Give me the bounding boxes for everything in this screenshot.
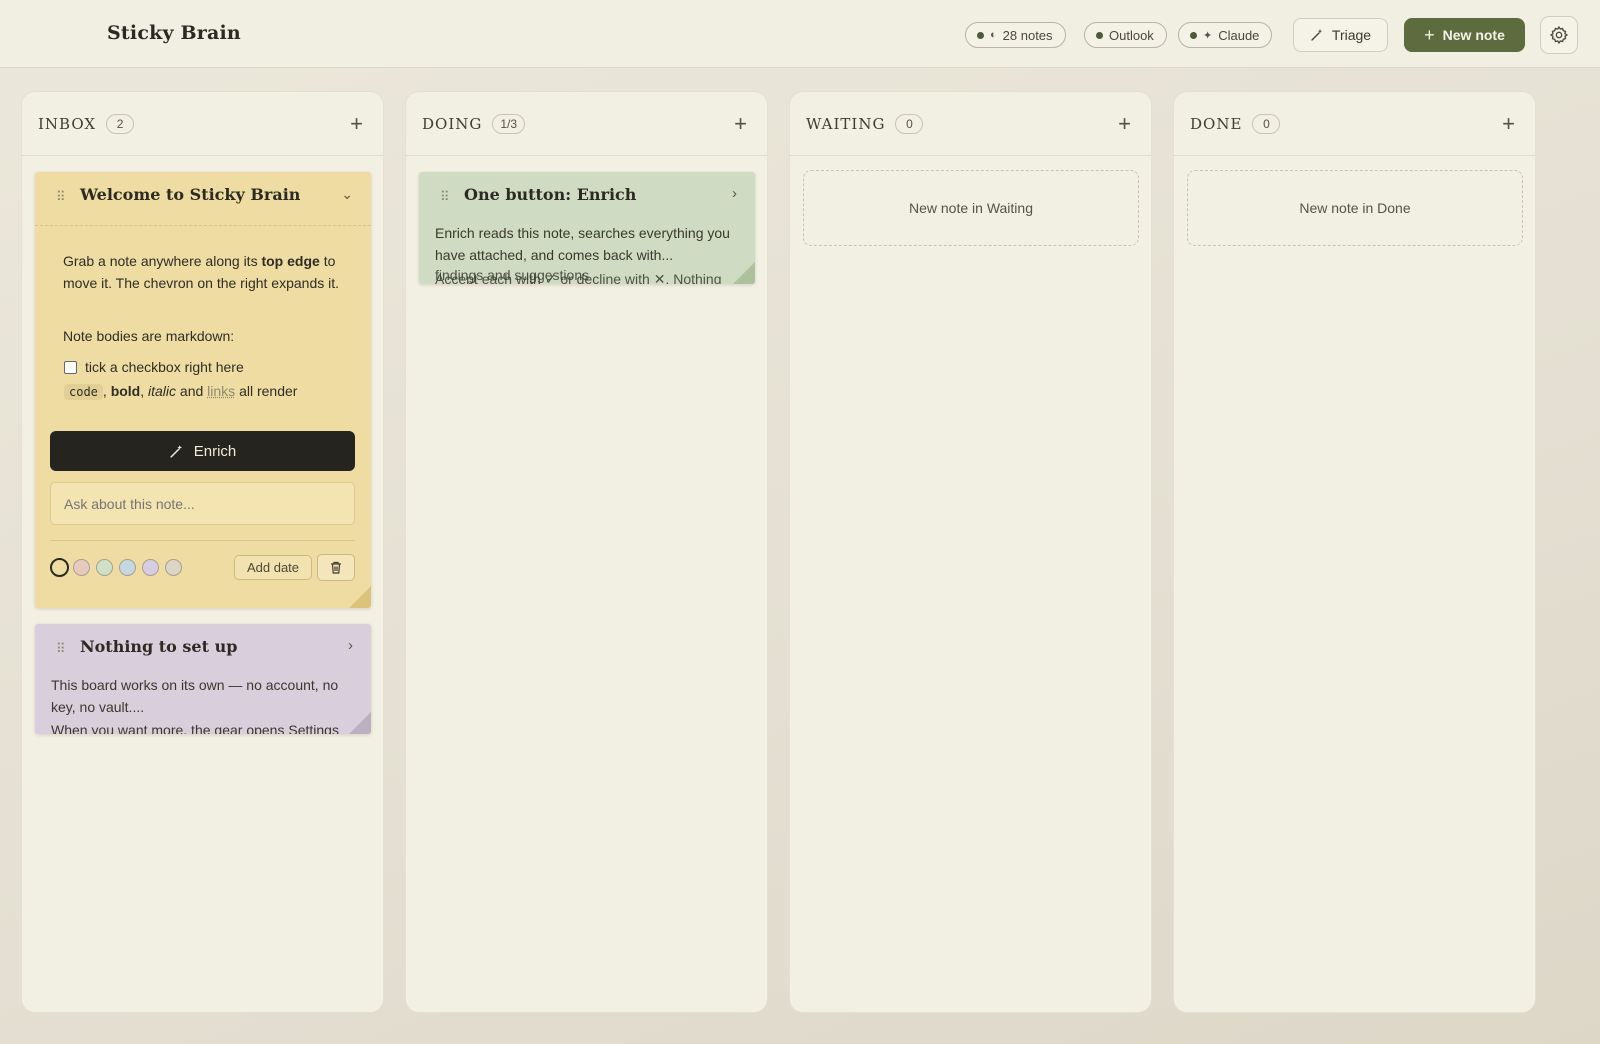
notes-count-label: 28 notes <box>1002 27 1053 43</box>
column-inbox: INBOX 2 + ⠿ Welcome to Sticky Brain ⌄ Gr… <box>21 91 384 1013</box>
column-header: WAITING 0 + <box>790 92 1151 156</box>
color-swatch-purple[interactable] <box>142 559 159 576</box>
column-waiting: WAITING 0 + New note in Waiting <box>789 91 1152 1013</box>
claude-pill[interactable]: ✦ Claude <box>1178 22 1273 48</box>
app-title: Sticky Brain <box>107 22 241 44</box>
add-note-plus-icon[interactable]: + <box>1118 112 1131 135</box>
column-count-badge: 0 <box>1252 113 1281 134</box>
color-swatch-gray[interactable] <box>165 559 182 576</box>
notes-count-pill[interactable]: ◐ 28 notes <box>965 22 1066 48</box>
new-note-label: New note <box>1442 27 1505 43</box>
drag-handle-icon[interactable]: ⠿ <box>56 642 66 655</box>
column-count-badge: 0 <box>895 113 924 134</box>
delete-button[interactable] <box>317 554 355 581</box>
settings-button[interactable] <box>1540 16 1578 54</box>
note-one-button-enrich[interactable]: ⠿ One button: Enrich › Enrich reads this… <box>419 172 755 284</box>
inline-code: code <box>64 384 103 400</box>
column-title: DONE <box>1190 114 1243 133</box>
ask-note-input[interactable] <box>50 482 355 525</box>
chevron-right-icon[interactable]: › <box>348 637 353 654</box>
column-title: DOING <box>422 114 483 133</box>
example-link[interactable]: links <box>207 383 235 399</box>
markdown-intro: Note bodies are markdown: <box>63 328 235 344</box>
note-title: Welcome to Sticky Brain <box>80 185 301 204</box>
note-title: One button: Enrich <box>464 185 637 204</box>
new-note-in-done-slot[interactable]: New note in Done <box>1187 170 1523 246</box>
task-checkbox[interactable] <box>64 361 77 374</box>
add-date-button[interactable]: Add date <box>234 555 312 580</box>
note-nothing-to-set-up[interactable]: ⠿ Nothing to set up › This board works o… <box>35 624 371 734</box>
column-title: WAITING <box>806 114 886 133</box>
chevron-down-icon[interactable]: ⌄ <box>341 186 353 203</box>
sparkle-icon: ✦ <box>1203 29 1213 42</box>
enrich-button[interactable]: Enrich <box>50 431 355 471</box>
add-note-plus-icon[interactable]: + <box>1502 112 1515 135</box>
note-title: Nothing to set up <box>80 637 238 656</box>
note-body: Enrich reads this note, searches everyth… <box>435 225 730 263</box>
note-body-overflow: When you want more, the gear opens Setti… <box>51 722 339 734</box>
column-doing: DOING 1/3 + ⠿ One button: Enrich › Enric… <box>405 91 768 1013</box>
note-body: This board works on its own — no account… <box>51 677 339 715</box>
checkbox-item[interactable]: tick a checkbox right here <box>64 356 351 378</box>
status-dot-icon <box>1096 31 1103 39</box>
new-note-button[interactable]: + New note <box>1404 18 1525 52</box>
triage-label: Triage <box>1331 27 1372 43</box>
column-header: INBOX 2 + <box>22 92 383 156</box>
formatting-example: code, bold, italic and links all render <box>64 380 351 403</box>
drag-handle-icon[interactable]: ⠿ <box>56 190 66 203</box>
top-bar: Sticky Brain ◐ 28 notes Outlook ✦ Claude… <box>0 0 1600 68</box>
add-note-plus-icon[interactable]: + <box>350 112 363 135</box>
column-title: INBOX <box>38 114 97 133</box>
note-welcome[interactable]: ⠿ Welcome to Sticky Brain ⌄ Grab a note … <box>35 172 371 608</box>
outlook-label: Outlook <box>1109 27 1154 43</box>
new-note-in-waiting-slot[interactable]: New note in Waiting <box>803 170 1139 246</box>
notes-icon: ◐ <box>990 29 997 41</box>
column-header: DOING 1/3 + <box>406 92 767 156</box>
drag-handle-icon[interactable]: ⠿ <box>440 190 450 203</box>
color-swatch-blue[interactable] <box>119 559 136 576</box>
checkbox-label: tick a checkbox right here <box>85 359 244 375</box>
chevron-right-icon[interactable]: › <box>732 185 737 202</box>
page-fold <box>349 586 371 608</box>
magic-wand-icon <box>1311 29 1323 41</box>
note-intro-text: Grab a note anywhere along its top edge … <box>63 253 340 291</box>
column-header: DONE 0 + <box>1174 92 1535 156</box>
footer-divider <box>50 540 355 541</box>
column-count-badge: 2 <box>106 113 135 134</box>
trash-icon <box>331 561 341 574</box>
triage-button[interactable]: Triage <box>1293 18 1388 52</box>
column-done: DONE 0 + New note in Done <box>1173 91 1536 1013</box>
add-note-plus-icon[interactable]: + <box>734 112 747 135</box>
claude-label: Claude <box>1218 27 1260 43</box>
page-fold <box>733 262 755 284</box>
title-divider <box>35 225 371 226</box>
color-swatch-green[interactable] <box>96 559 113 576</box>
outlook-pill[interactable]: Outlook <box>1084 22 1167 48</box>
enrich-label: Enrich <box>193 442 237 460</box>
color-swatch-yellow[interactable] <box>50 558 69 577</box>
plus-icon: + <box>1424 25 1435 45</box>
gear-icon <box>1549 25 1569 45</box>
status-dot-icon <box>977 31 984 39</box>
magic-wand-icon <box>170 444 182 458</box>
status-dot-icon <box>1190 31 1197 39</box>
column-count-badge: 1/3 <box>492 113 526 134</box>
color-swatch-pink[interactable] <box>73 559 90 576</box>
note-body-overflow: Accept each with ✓ or decline with ✕. No… <box>435 271 722 284</box>
page-fold <box>349 712 371 734</box>
